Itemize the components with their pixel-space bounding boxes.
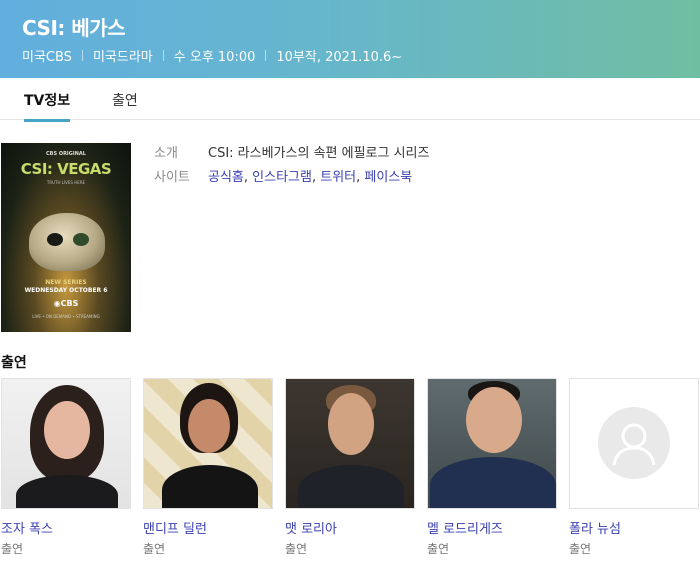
link-instagram[interactable]: 인스타그램: [252, 170, 312, 185]
cast-name[interactable]: 맷 로리아: [285, 518, 415, 537]
cast-role: 출연: [427, 542, 450, 556]
photo-body-shape: [298, 465, 404, 508]
photo-face-shape: [44, 401, 90, 459]
tab-tv-info[interactable]: TV정보: [24, 90, 71, 122]
meta-schedule: 수 오후 10:00: [173, 50, 256, 65]
site-label: 사이트: [154, 169, 190, 185]
cast-section-title: 출연: [1, 355, 27, 371]
poster-stream-text: LIVE • ON DEMAND • STREAMING: [32, 314, 100, 319]
meta-genre: 미국드라마: [92, 50, 153, 65]
meta-episodes: 10부작, 2021.10.6~: [276, 50, 403, 65]
photo-face-shape: [466, 387, 522, 453]
link-facebook[interactable]: 페이스북: [364, 170, 412, 185]
cast-photo[interactable]: [1, 378, 131, 509]
tab-bar: TV정보 출연: [0, 78, 700, 122]
meta-network: 미국CBS: [22, 50, 72, 65]
cast-photo[interactable]: [285, 378, 415, 509]
site-links: 공식홈, 인스타그램, 트위터, 페이스북: [208, 169, 413, 185]
program-info: 소개 CSI: 라스베가스의 속편 에필로그 시리즈 사이트 공식홈, 인스타그…: [154, 139, 429, 187]
skull-eye: [73, 233, 89, 246]
cast-card[interactable]: 조자 폭스 출연: [1, 378, 131, 557]
poster-tagline: TRUTH LIVES HERE: [46, 180, 86, 185]
photo-body-shape: [430, 457, 556, 508]
cast-name[interactable]: 맨디프 딜런: [143, 518, 273, 537]
cast-photo[interactable]: [143, 378, 273, 509]
skull-illustration: [29, 213, 105, 271]
intro-row: 소개 CSI: 라스베가스의 속편 에필로그 시리즈: [154, 139, 429, 163]
cast-role: 출연: [285, 542, 308, 556]
photo-body-shape: [162, 465, 258, 508]
tab-cast[interactable]: 출연: [112, 90, 138, 110]
program-poster[interactable]: CBS ORIGINAL CSI: VEGAS TRUTH LIVES HERE…: [1, 143, 131, 332]
poster-premiere-text: WEDNESDAY OCTOBER 6: [24, 287, 108, 294]
skull-eye: [47, 233, 63, 246]
link-twitter[interactable]: 트위터: [320, 170, 356, 185]
poster-series-text: NEW SERIES: [45, 279, 87, 286]
photo-face-shape: [188, 399, 230, 453]
cast-role: 출연: [1, 542, 24, 556]
intro-value: CSI: 라스베가스의 속편 에필로그 시리즈: [208, 145, 430, 161]
poster-network-small: CBS ORIGINAL: [46, 151, 86, 157]
cast-card[interactable]: 맨디프 딜런 출연: [143, 378, 273, 557]
cast-photo[interactable]: [427, 378, 557, 509]
poster-network-logo: ◉CBS: [53, 299, 79, 308]
cast-card[interactable]: 멜 로드리게즈 출연: [427, 378, 557, 557]
program-title[interactable]: CSI: 베가스: [22, 12, 126, 41]
meta-divider: [162, 50, 164, 61]
person-placeholder-icon: [598, 407, 670, 479]
site-row: 사이트 공식홈, 인스타그램, 트위터, 페이스북: [154, 163, 429, 187]
poster-title: CSI: VEGAS: [20, 160, 112, 178]
photo-body-shape: [16, 475, 118, 508]
intro-label: 소개: [154, 145, 178, 161]
cast-photo-placeholder[interactable]: [569, 378, 699, 509]
photo-face-shape: [328, 393, 374, 455]
program-header: CSI: 베가스 미국CBS 미국드라마 수 오후 10:00 10부작, 20…: [0, 0, 700, 78]
cast-name[interactable]: 폴라 뉴섬: [569, 518, 699, 537]
meta-divider: [81, 50, 83, 61]
cast-name[interactable]: 조자 폭스: [1, 518, 131, 537]
cast-role: 출연: [569, 542, 592, 556]
cast-name[interactable]: 멜 로드리게즈: [427, 518, 557, 537]
meta-divider: [265, 50, 267, 61]
cast-role: 출연: [143, 542, 166, 556]
cast-card[interactable]: 폴라 뉴섬 출연: [569, 378, 699, 557]
cast-card[interactable]: 맷 로리아 출연: [285, 378, 415, 557]
link-official-home[interactable]: 공식홈: [208, 170, 244, 185]
program-meta: 미국CBS 미국드라마 수 오후 10:00 10부작, 2021.10.6~: [22, 46, 402, 65]
